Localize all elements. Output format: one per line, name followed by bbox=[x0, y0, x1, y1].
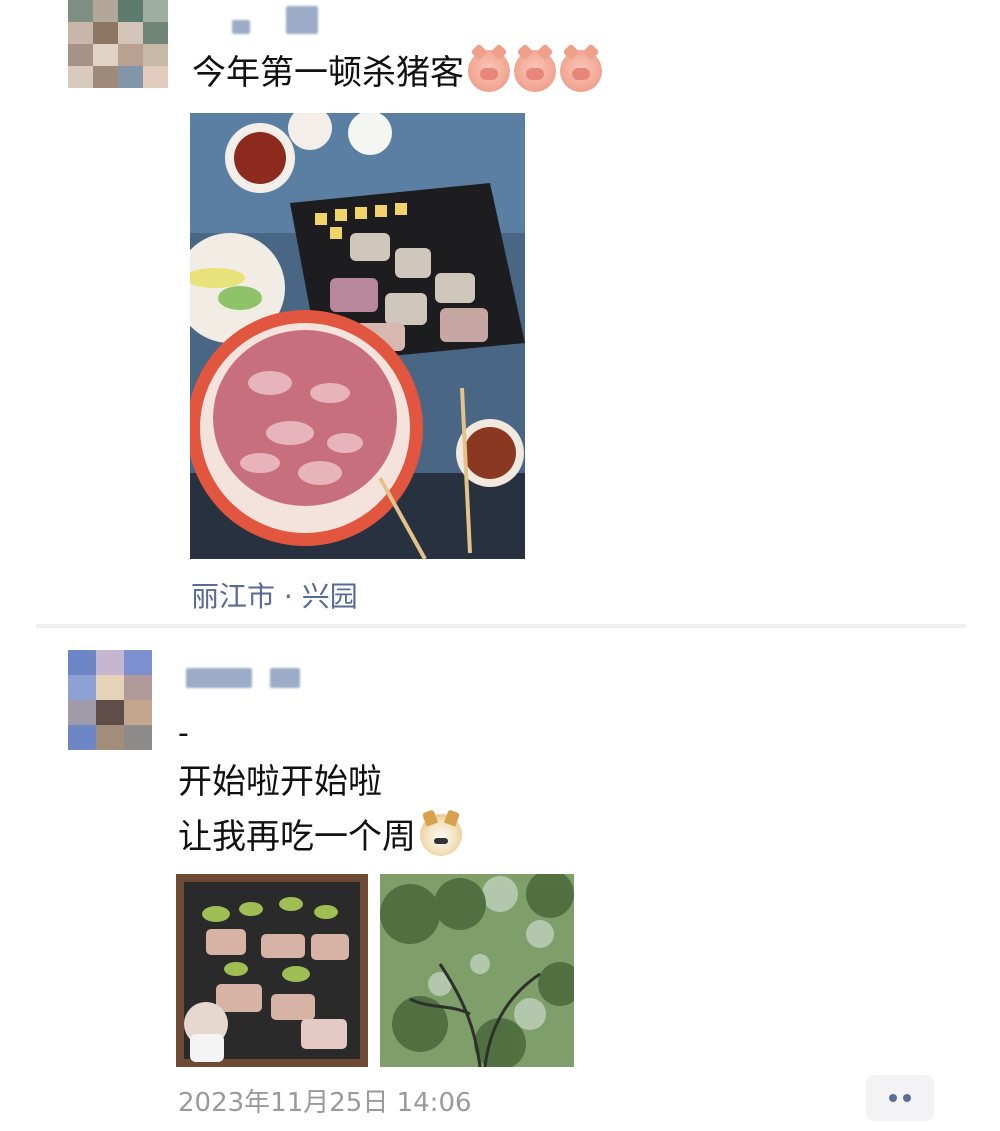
avatar[interactable] bbox=[68, 0, 168, 88]
post-timestamp: 2023年11月25日 14:06 bbox=[178, 1088, 472, 1118]
caption-text: 今年第一顿杀猪客 bbox=[192, 53, 464, 93]
post-divider bbox=[36, 624, 966, 628]
post-text-line-2: 让我再吃一个周 bbox=[178, 814, 462, 857]
moment-post-1: 今年第一顿杀猪客 丽江市 · 兴园 bbox=[0, 0, 1000, 620]
post-text-line-2-text: 让我再吃一个周 bbox=[178, 817, 416, 857]
username-blurred-2[interactable] bbox=[286, 6, 318, 34]
post-photo-grill[interactable] bbox=[176, 874, 368, 1067]
grill-photo-illustration bbox=[176, 874, 368, 1067]
doge-face-icon bbox=[420, 814, 462, 856]
post-photo-trees[interactable] bbox=[380, 874, 574, 1067]
trees-photo-illustration bbox=[380, 874, 574, 1067]
dot-icon bbox=[903, 1094, 911, 1102]
username-blurred[interactable] bbox=[232, 20, 250, 34]
post-text-line-0: - bbox=[178, 716, 189, 751]
avatar[interactable] bbox=[68, 650, 152, 750]
more-options-button[interactable] bbox=[866, 1075, 934, 1121]
post-caption: 今年第一顿杀猪客 bbox=[192, 50, 602, 93]
location-link[interactable]: 丽江市 · 兴园 bbox=[191, 575, 358, 615]
pig-face-icon bbox=[468, 50, 510, 92]
pig-face-icon bbox=[560, 50, 602, 92]
post-photo-bbq[interactable] bbox=[190, 113, 525, 559]
pig-face-icon bbox=[514, 50, 556, 92]
post-text-line-1: 开始啦开始啦 bbox=[178, 762, 382, 802]
moment-post-2: - 开始啦开始啦 让我再吃一个周 2023年11月25日 14:06 bbox=[0, 630, 1000, 1131]
username-blurred[interactable] bbox=[186, 668, 252, 688]
dot-icon bbox=[889, 1094, 897, 1102]
bbq-photo-illustration bbox=[190, 113, 525, 559]
username-blurred-2[interactable] bbox=[270, 668, 300, 688]
